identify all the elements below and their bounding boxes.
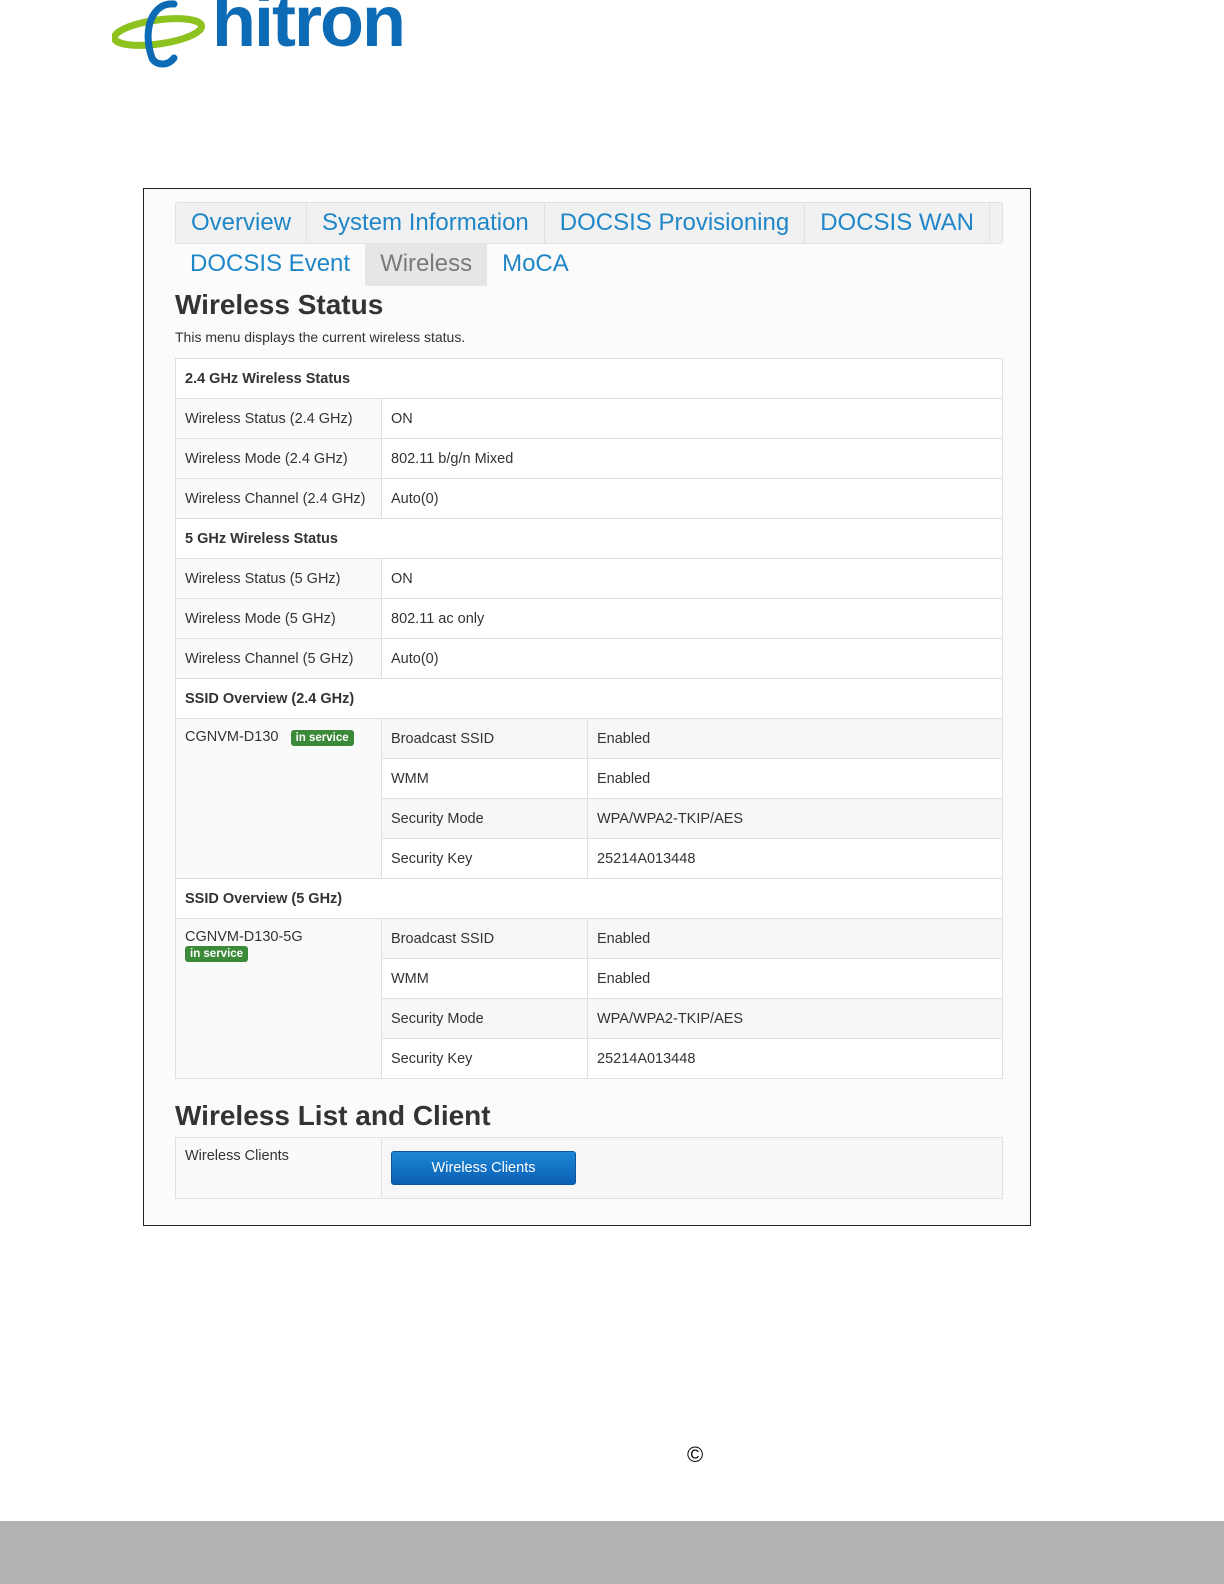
row-label: Wireless Clients [175, 1137, 382, 1199]
row-value: Enabled [587, 958, 1003, 999]
hitron-swoosh-icon [112, 0, 206, 68]
table-row: Wireless Clients Wireless Clients [175, 1137, 1003, 1199]
row-label: Wireless Channel (5 GHz) [175, 638, 382, 679]
copyright-symbol: © [687, 1442, 704, 1467]
tab-bar-row1: Overview System Information DOCSIS Provi… [175, 202, 1003, 244]
ssid-cell: CGNVM-D130-5G in service [175, 918, 382, 1079]
row-value: WPA/WPA2-TKIP/AES [587, 798, 1003, 839]
table-row: Wireless Channel (2.4 GHz) Auto(0) [175, 478, 1003, 519]
table-row: CGNVM-D130 in service Broadcast SSID Ena… [175, 718, 1003, 879]
tab-wireless[interactable]: Wireless [365, 244, 488, 286]
row-label: Broadcast SSID [381, 718, 588, 759]
tab-docsis-event[interactable]: DOCSIS Event [175, 244, 365, 286]
brand-name: hitron [212, 0, 406, 62]
row-label: WMM [381, 758, 588, 799]
manual-page: hitron Overview System Information DOCSI… [0, 0, 1224, 1584]
row-label: Security Mode [381, 798, 588, 839]
row-label: Security Mode [381, 998, 588, 1039]
ssid-name: CGNVM-D130 [185, 729, 279, 745]
ssid-name: CGNVM-D130-5G [185, 929, 303, 945]
row-value: Enabled [587, 918, 1003, 959]
wireless-list-table: Wireless Clients Wireless Clients [175, 1137, 1003, 1199]
row-value: 25214A013448 [587, 1038, 1003, 1079]
wireless-clients-button[interactable]: Wireless Clients [391, 1151, 576, 1185]
table-row: Wireless Status (2.4 GHz) ON [175, 398, 1003, 439]
tab-docsis-provisioning[interactable]: DOCSIS Provisioning [545, 203, 806, 243]
footer-bar [0, 1521, 1224, 1584]
section-header-ssid-24ghz: SSID Overview (2.4 GHz) [175, 678, 1003, 719]
row-label: Security Key [381, 838, 588, 879]
table-row: Wireless Channel (5 GHz) Auto(0) [175, 638, 1003, 679]
section-header-5ghz: 5 GHz Wireless Status [175, 518, 1003, 559]
status-badge: in service [290, 730, 354, 746]
router-ui-screenshot: Overview System Information DOCSIS Provi… [143, 188, 1031, 1226]
row-label: Wireless Mode (5 GHz) [175, 598, 382, 639]
row-label: WMM [381, 958, 588, 999]
row-value: ON [381, 398, 1003, 439]
row-value: Enabled [587, 718, 1003, 759]
tab-system-information[interactable]: System Information [307, 203, 545, 243]
status-badge: in service [185, 946, 249, 962]
row-value: Enabled [587, 758, 1003, 799]
row-label: Broadcast SSID [381, 918, 588, 959]
tab-docsis-wan[interactable]: DOCSIS WAN [805, 203, 990, 243]
section-title-wireless-list: Wireless List and Client [175, 1100, 491, 1131]
page-description: This menu displays the current wireless … [175, 329, 466, 345]
row-value: ON [381, 558, 1003, 599]
hitron-logo: hitron [112, 0, 432, 70]
table-row: Wireless Mode (5 GHz) 802.11 ac only [175, 598, 1003, 639]
row-value: 802.11 b/g/n Mixed [381, 438, 1003, 479]
table-row: Wireless Status (5 GHz) ON [175, 558, 1003, 599]
tab-moca[interactable]: MoCA [487, 244, 584, 286]
wireless-status-table: 2.4 GHz Wireless Status Wireless Status … [175, 358, 1003, 1079]
table-row: CGNVM-D130-5G in service Broadcast SSID … [175, 918, 1003, 1079]
row-value: Auto(0) [381, 638, 1003, 679]
row-label: Wireless Status (2.4 GHz) [175, 398, 382, 439]
row-label: Wireless Mode (2.4 GHz) [175, 438, 382, 479]
row-value: WPA/WPA2-TKIP/AES [587, 998, 1003, 1039]
row-label: Wireless Status (5 GHz) [175, 558, 382, 599]
row-value: 802.11 ac only [381, 598, 1003, 639]
row-label: Security Key [381, 1038, 588, 1079]
section-header-24ghz: 2.4 GHz Wireless Status [175, 358, 1003, 399]
tab-bar-row2: DOCSIS Event Wireless MoCA [175, 244, 584, 286]
tab-overview[interactable]: Overview [176, 203, 308, 243]
ssid-cell: CGNVM-D130 in service [175, 718, 382, 879]
row-value: Auto(0) [381, 478, 1003, 519]
row-value-cell: Wireless Clients [381, 1137, 1003, 1199]
row-value: 25214A013448 [587, 838, 1003, 879]
table-row: Wireless Mode (2.4 GHz) 802.11 b/g/n Mix… [175, 438, 1003, 479]
page-title: Wireless Status [175, 289, 384, 320]
section-header-ssid-5ghz: SSID Overview (5 GHz) [175, 878, 1003, 919]
row-label: Wireless Channel (2.4 GHz) [175, 478, 382, 519]
